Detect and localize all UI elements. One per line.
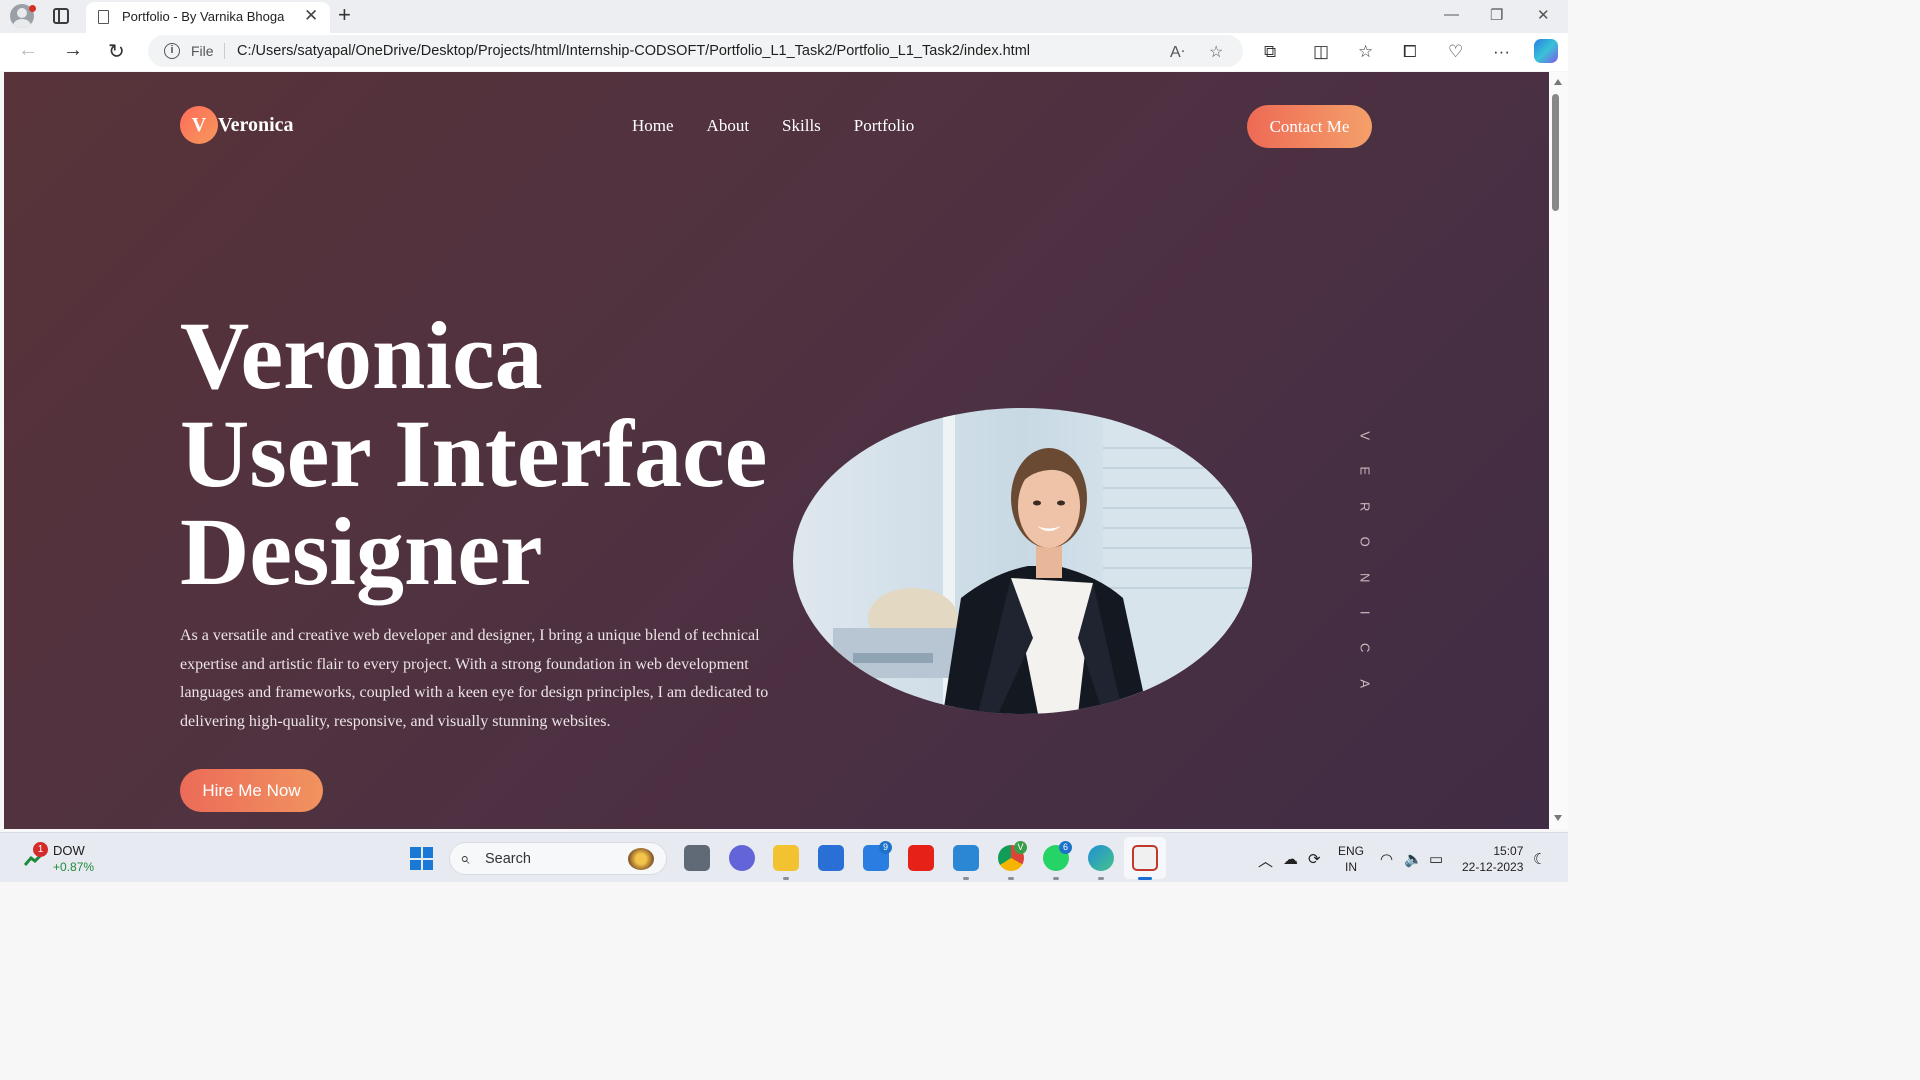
vertical-letter: R bbox=[1357, 501, 1373, 512]
clock-date: 22-12-2023 bbox=[1462, 860, 1524, 874]
hero-title-line-2: User Interface bbox=[180, 400, 768, 507]
nav-skills[interactable]: Skills bbox=[782, 116, 821, 136]
page-scrollbar[interactable] bbox=[1549, 72, 1568, 829]
chevron-up-icon[interactable]: ︿ bbox=[1258, 850, 1273, 871]
edge-icon[interactable] bbox=[1088, 845, 1114, 871]
stock-badge: 1 bbox=[33, 842, 48, 857]
running-indicator bbox=[963, 877, 969, 880]
copilot-icon[interactable] bbox=[1534, 39, 1558, 63]
clock[interactable]: 15:07 22-12-2023 bbox=[1462, 843, 1523, 875]
window-close-icon[interactable]: ✕ bbox=[1537, 6, 1550, 24]
address-bar[interactable]: i File C:/Users/satyapal/OneDrive/Deskto… bbox=[148, 35, 1243, 67]
split-screen-icon[interactable]: ◫ bbox=[1313, 42, 1329, 62]
running-indicator bbox=[1053, 877, 1059, 880]
page-viewport: V Veronica Home About Skills Portfolio C… bbox=[4, 72, 1549, 829]
nav-portfolio[interactable]: Portfolio bbox=[854, 116, 914, 136]
running-indicator-active bbox=[1138, 877, 1152, 880]
notifications-icon[interactable]: ☾ bbox=[1533, 850, 1546, 868]
language-indicator[interactable]: ENG IN bbox=[1338, 843, 1364, 875]
language-line-2: IN bbox=[1345, 860, 1357, 874]
tabs-icon[interactable] bbox=[53, 8, 69, 24]
scroll-thumb[interactable] bbox=[1552, 94, 1559, 211]
health-icon[interactable]: ♡ bbox=[1448, 42, 1463, 62]
profile-photo bbox=[793, 408, 1252, 714]
vertical-letter: C bbox=[1357, 643, 1373, 653]
scroll-down-icon[interactable] bbox=[1554, 815, 1562, 821]
stock-name[interactable]: DOW bbox=[53, 843, 85, 858]
windows-icon[interactable] bbox=[410, 847, 433, 870]
clock-time: 15:07 bbox=[1493, 844, 1524, 858]
restore-icon[interactable]: ❐ bbox=[1490, 6, 1503, 24]
volume-icon[interactable]: 🔈 bbox=[1404, 850, 1423, 868]
extensions-icon[interactable]: ⧉ bbox=[1264, 42, 1276, 62]
chrome-profile-badge: V bbox=[1014, 841, 1027, 854]
vertical-letter: I bbox=[1357, 610, 1373, 615]
logo-badge[interactable]: V bbox=[180, 106, 218, 144]
tab-active[interactable]: Portfolio - By Varnika Bhoga ✕ bbox=[86, 2, 330, 33]
hire-button[interactable]: Hire Me Now bbox=[180, 769, 323, 812]
mail-badge: 9 bbox=[879, 841, 892, 854]
onedrive-icon[interactable]: ☁ bbox=[1283, 850, 1298, 868]
vertical-letter: E bbox=[1357, 466, 1373, 476]
scroll-up-icon[interactable] bbox=[1554, 79, 1562, 85]
divider bbox=[224, 43, 225, 59]
vertical-letter: V bbox=[1357, 431, 1373, 441]
hero-title: Veronica User Interface Designer bbox=[180, 307, 767, 601]
task-view-icon[interactable] bbox=[684, 845, 710, 871]
nav-about[interactable]: About bbox=[707, 116, 750, 136]
contact-button[interactable]: Contact Me bbox=[1247, 105, 1372, 148]
file-explorer-icon[interactable] bbox=[773, 845, 799, 871]
running-indicator bbox=[783, 877, 789, 880]
main-nav: Home About Skills Portfolio bbox=[632, 116, 947, 136]
vertical-letter: N bbox=[1357, 572, 1373, 582]
minimize-icon[interactable]: — bbox=[1444, 6, 1459, 23]
url-text[interactable]: C:/Users/satyapal/OneDrive/Desktop/Proje… bbox=[237, 43, 1030, 59]
page-icon bbox=[98, 10, 109, 24]
back-icon[interactable]: ← bbox=[18, 39, 38, 62]
plus-icon[interactable]: + bbox=[338, 2, 351, 28]
star-icon[interactable]: ☆ bbox=[1209, 42, 1223, 62]
stock-change: +0.87% bbox=[53, 860, 95, 874]
browser-toolbar: ← → ↻ i File C:/Users/satyapal/OneDrive/… bbox=[0, 33, 1568, 71]
more-icon[interactable]: ··· bbox=[1493, 42, 1510, 62]
refresh-icon[interactable]: ↻ bbox=[108, 39, 125, 64]
taskbar-search[interactable]: ⌕ Search bbox=[449, 842, 667, 875]
snipping-tool-icon[interactable] bbox=[1132, 845, 1158, 871]
search-label: Search bbox=[485, 851, 531, 867]
whatsapp-badge: 6 bbox=[1059, 841, 1072, 854]
search-icon: ⌕ bbox=[460, 849, 470, 868]
file-label: File bbox=[191, 43, 214, 59]
vertical-letter: A bbox=[1357, 679, 1373, 688]
myhp-icon[interactable] bbox=[818, 845, 844, 871]
vertical-letter: O bbox=[1357, 536, 1373, 547]
language-line-1: ENG bbox=[1338, 844, 1365, 858]
wifi-icon[interactable]: ◠ bbox=[1380, 850, 1393, 868]
collections-icon[interactable]: ⧠ bbox=[1403, 42, 1417, 62]
tab-bar: Portfolio - By Varnika Bhoga ✕ + — ❐ ✕ bbox=[0, 0, 1568, 33]
running-indicator bbox=[1008, 877, 1014, 880]
teams-icon[interactable] bbox=[729, 845, 755, 871]
hero-title-line-3: Designer bbox=[180, 498, 543, 605]
profile-notification-dot bbox=[29, 5, 36, 12]
search-highlight-icon bbox=[628, 848, 654, 870]
vscode-icon[interactable] bbox=[953, 845, 979, 871]
sync-icon[interactable]: ⟳ bbox=[1308, 850, 1321, 868]
read-aloud-icon[interactable]: Aᐧ bbox=[1170, 42, 1185, 62]
logo-name[interactable]: Veronica bbox=[218, 114, 294, 137]
nav-home[interactable]: Home bbox=[632, 116, 674, 136]
youtube-icon[interactable] bbox=[908, 845, 934, 871]
battery-icon[interactable]: ▭ bbox=[1429, 850, 1443, 868]
taskbar: 1 DOW +0.87% ⌕ Search 9 V 6 ︿ ☁ ⟳ ENG IN… bbox=[0, 832, 1568, 882]
hero-title-line-1: Veronica bbox=[180, 302, 543, 409]
running-indicator bbox=[1098, 877, 1104, 880]
info-icon[interactable]: i bbox=[164, 43, 180, 59]
hero-description: As a versatile and creative web develope… bbox=[180, 627, 769, 730]
vertical-name: V E R O N I C A bbox=[1348, 418, 1373, 701]
favorites-icon[interactable]: ☆ bbox=[1358, 42, 1373, 62]
close-icon[interactable]: ✕ bbox=[304, 6, 318, 26]
forward-icon[interactable]: → bbox=[63, 39, 83, 62]
tab-title: Portfolio - By Varnika Bhoga bbox=[122, 9, 285, 24]
